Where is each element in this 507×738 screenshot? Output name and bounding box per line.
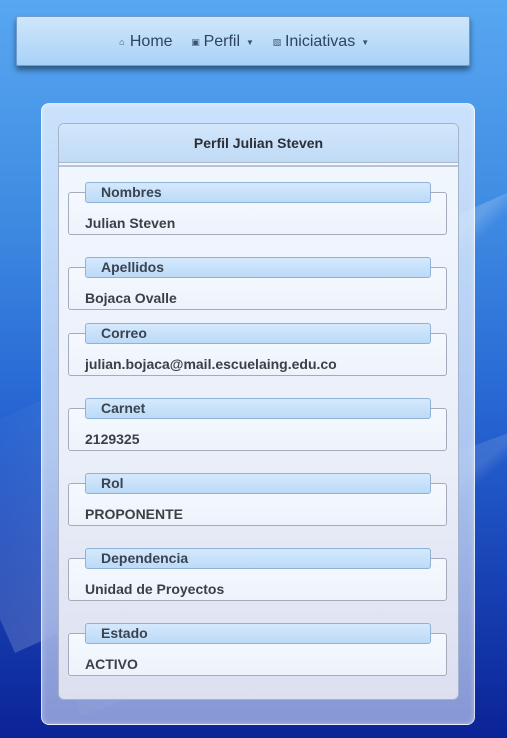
nav-home-label: Home xyxy=(129,33,173,50)
nav-perfil-dropdown[interactable]: ▣ Perfil ▼ xyxy=(191,33,254,51)
nav-iniciativas-label: Iniciativas xyxy=(284,33,356,50)
home-icon: ⌂ xyxy=(119,37,125,47)
top-navbar: ⌂ Home ▣ Perfil ▼ ▧ Iniciativas ▼ xyxy=(16,16,470,66)
field-label: Rol xyxy=(85,473,431,494)
chevron-down-icon: ▼ xyxy=(361,37,370,47)
initiatives-icon: ▧ xyxy=(272,36,282,47)
field-value: Julian Steven xyxy=(85,215,176,231)
nav-iniciativas-dropdown[interactable]: ▧ Iniciativas ▼ xyxy=(272,33,369,51)
profile-card-icon: ▣ xyxy=(191,36,200,47)
profile-card-title: Perfil Julian Steven xyxy=(59,124,458,163)
field-label: Carnet xyxy=(85,398,431,419)
field-label: Dependencia xyxy=(85,548,431,569)
field-label: Correo xyxy=(85,323,431,344)
field-value: Unidad de Proyectos xyxy=(85,581,225,597)
field-rol: Rol PROPONENTE xyxy=(68,473,447,526)
chevron-down-icon: ▼ xyxy=(246,37,254,47)
field-estado: Estado ACTIVO xyxy=(68,623,447,676)
field-label: Estado xyxy=(85,623,431,644)
field-dependencia: Dependencia Unidad de Proyectos xyxy=(68,548,447,601)
divider xyxy=(59,165,458,167)
field-value: PROPONENTE xyxy=(85,506,184,522)
field-label: Nombres xyxy=(85,182,431,203)
field-apellidos: Apellidos Bojaca Ovalle xyxy=(68,257,447,310)
field-value: Bojaca Ovalle xyxy=(85,290,177,306)
field-value: ACTIVO xyxy=(85,656,138,672)
field-nombres: Nombres Julian Steven xyxy=(68,182,447,235)
nav-home[interactable]: ⌂ Home xyxy=(117,33,173,51)
field-label: Apellidos xyxy=(85,257,431,278)
field-carnet: Carnet 2129325 xyxy=(68,398,447,451)
nav-perfil-label: Perfil xyxy=(203,33,241,50)
field-value: julian.bojaca@mail.escuelaing.edu.co xyxy=(85,356,337,372)
field-correo: Correo julian.bojaca@mail.escuelaing.edu… xyxy=(68,323,447,376)
field-value: 2129325 xyxy=(85,431,140,447)
